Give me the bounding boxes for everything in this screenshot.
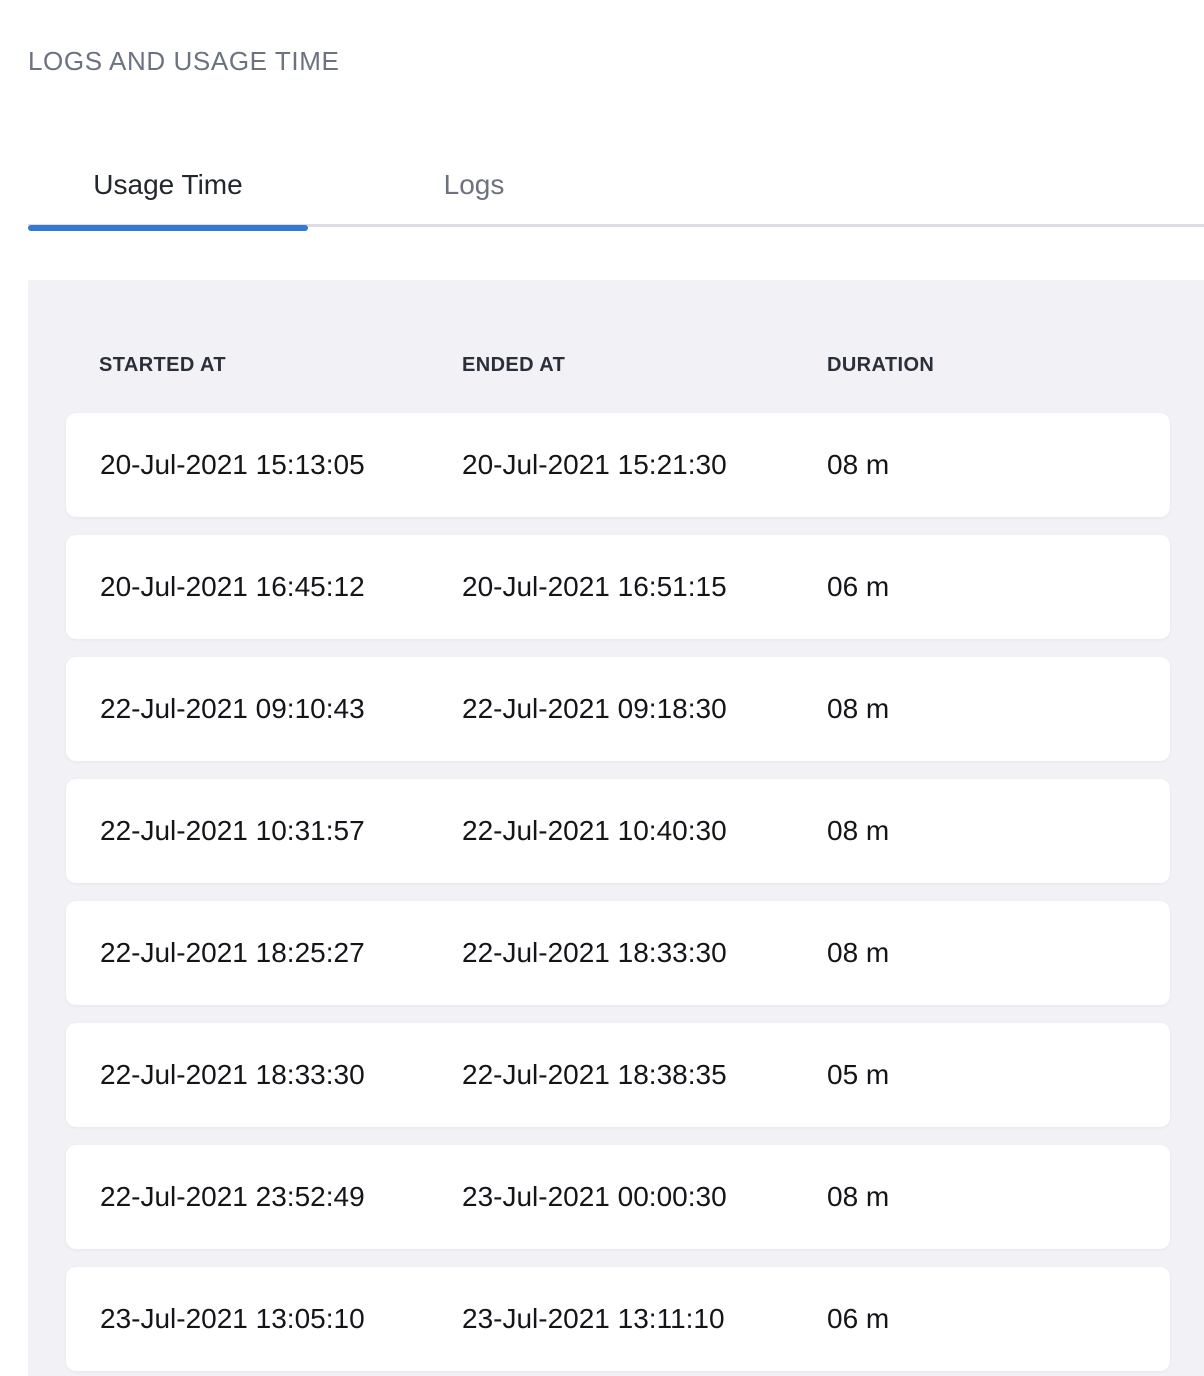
- column-header-started-at: STARTED AT: [99, 354, 462, 377]
- cell-ended-at: 20-Jul-2021 15:21:30: [462, 449, 827, 481]
- table-row: 22-Jul-2021 23:52:49 23-Jul-2021 00:00:3…: [66, 1145, 1170, 1249]
- cell-duration: 08 m: [827, 1181, 1170, 1213]
- table-row: 22-Jul-2021 09:10:43 22-Jul-2021 09:18:3…: [66, 657, 1170, 761]
- cell-duration: 06 m: [827, 1303, 1170, 1335]
- tab-logs-label: Logs: [444, 169, 505, 201]
- cell-duration: 08 m: [827, 693, 1170, 725]
- usage-table-body: 20-Jul-2021 15:13:05 20-Jul-2021 15:21:3…: [28, 413, 1204, 1371]
- cell-ended-at: 22-Jul-2021 10:40:30: [462, 815, 827, 847]
- cell-started-at: 20-Jul-2021 15:13:05: [100, 449, 462, 481]
- cell-started-at: 22-Jul-2021 10:31:57: [100, 815, 462, 847]
- cell-duration: 05 m: [827, 1059, 1170, 1091]
- cell-duration: 06 m: [827, 571, 1170, 603]
- column-header-ended-at: ENDED AT: [462, 354, 827, 377]
- cell-started-at: 20-Jul-2021 16:45:12: [100, 571, 462, 603]
- cell-duration: 08 m: [827, 815, 1170, 847]
- cell-ended-at: 22-Jul-2021 09:18:30: [462, 693, 827, 725]
- tab-usage-time-label: Usage Time: [93, 169, 242, 201]
- tab-logs[interactable]: Logs: [308, 143, 640, 227]
- active-tab-indicator: [28, 225, 308, 231]
- tab-usage-time[interactable]: Usage Time: [28, 143, 308, 227]
- logs-and-usage-page: LOGS AND USAGE TIME Usage Time Logs STAR…: [0, 0, 1204, 1376]
- cell-started-at: 22-Jul-2021 09:10:43: [100, 693, 462, 725]
- table-row: 22-Jul-2021 18:33:30 22-Jul-2021 18:38:3…: [66, 1023, 1170, 1127]
- table-row: 20-Jul-2021 15:13:05 20-Jul-2021 15:21:3…: [66, 413, 1170, 517]
- section-title: LOGS AND USAGE TIME: [28, 46, 339, 77]
- tabbar: Usage Time Logs: [28, 143, 1204, 227]
- table-row: 20-Jul-2021 16:45:12 20-Jul-2021 16:51:1…: [66, 535, 1170, 639]
- cell-started-at: 22-Jul-2021 18:33:30: [100, 1059, 462, 1091]
- cell-duration: 08 m: [827, 449, 1170, 481]
- cell-ended-at: 20-Jul-2021 16:51:15: [462, 571, 827, 603]
- cell-duration: 08 m: [827, 937, 1170, 969]
- cell-ended-at: 22-Jul-2021 18:33:30: [462, 937, 827, 969]
- cell-ended-at: 22-Jul-2021 18:38:35: [462, 1059, 827, 1091]
- cell-ended-at: 23-Jul-2021 13:11:10: [462, 1303, 827, 1335]
- table-row: 22-Jul-2021 18:25:27 22-Jul-2021 18:33:3…: [66, 901, 1170, 1005]
- cell-ended-at: 23-Jul-2021 00:00:30: [462, 1181, 827, 1213]
- table-row: 22-Jul-2021 10:31:57 22-Jul-2021 10:40:3…: [66, 779, 1170, 883]
- usage-time-panel: STARTED AT ENDED AT DURATION 20-Jul-2021…: [28, 280, 1204, 1376]
- table-row: 23-Jul-2021 13:05:10 23-Jul-2021 13:11:1…: [66, 1267, 1170, 1371]
- table-header-row: STARTED AT ENDED AT DURATION: [28, 280, 1204, 413]
- cell-started-at: 22-Jul-2021 18:25:27: [100, 937, 462, 969]
- cell-started-at: 23-Jul-2021 13:05:10: [100, 1303, 462, 1335]
- cell-started-at: 22-Jul-2021 23:52:49: [100, 1181, 462, 1213]
- column-header-duration: DURATION: [827, 354, 1204, 377]
